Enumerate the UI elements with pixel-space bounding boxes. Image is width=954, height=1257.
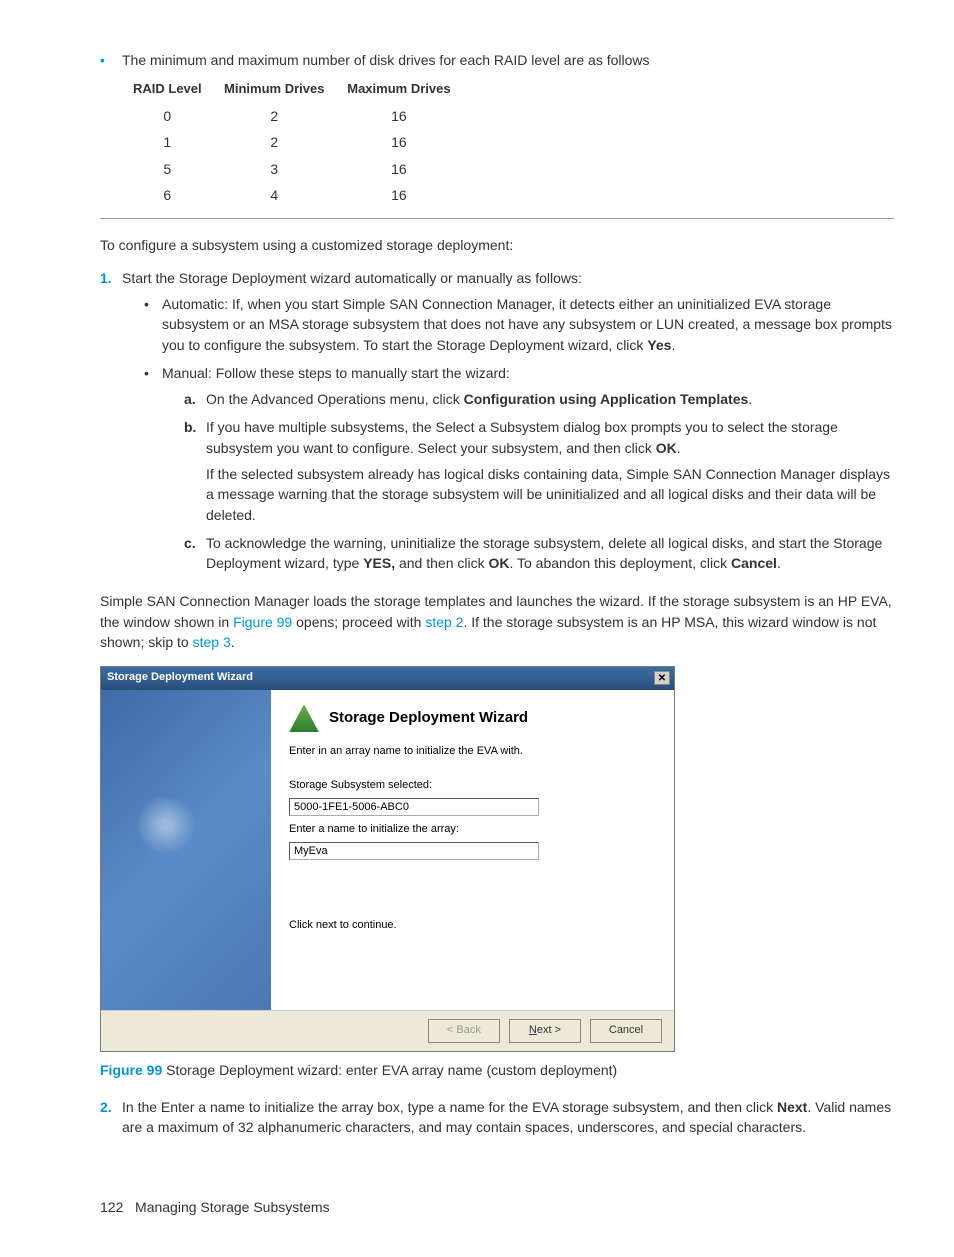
table-row: 5316 — [122, 156, 462, 182]
sub-manual: • Manual: Follow these steps to manually… — [144, 363, 894, 582]
subsystem-input[interactable] — [289, 798, 539, 816]
wizard-titlebar: Storage Deployment Wizard ✕ — [101, 667, 674, 690]
back-button[interactable]: < Back — [428, 1019, 500, 1043]
wizard-heading: Storage Deployment Wizard — [329, 707, 528, 729]
step-1: 1. Start the Storage Deployment wizard a… — [100, 268, 894, 288]
manual-intro: Manual: Follow these steps to manually s… — [162, 363, 894, 383]
wizard-title-text: Storage Deployment Wizard — [107, 670, 253, 686]
step-text: In the Enter a name to initialize the ar… — [122, 1097, 894, 1138]
top-bullet-text: The minimum and maximum number of disk d… — [122, 50, 894, 70]
table-row: 6416 — [122, 182, 462, 208]
automatic-text: Automatic: If, when you start Simple SAN… — [162, 294, 894, 355]
section-title: Managing Storage Subsystems — [135, 1199, 330, 1215]
step-number: 2. — [100, 1097, 122, 1138]
array-name-label: Enter a name to initialize the array: — [289, 822, 656, 838]
cancel-button[interactable]: Cancel — [590, 1019, 662, 1043]
step2-link[interactable]: step 2 — [425, 614, 463, 630]
step-text: Start the Storage Deployment wizard auto… — [122, 268, 894, 288]
raid-h2: Maximum Drives — [336, 76, 462, 103]
wizard-icon — [289, 704, 319, 732]
subsystem-label: Storage Subsystem selected: — [289, 778, 656, 794]
top-bullet: • The minimum and maximum number of disk… — [100, 50, 894, 70]
wizard-dialog: Storage Deployment Wizard ✕ Storage Depl… — [100, 666, 675, 1052]
sub-automatic: • Automatic: If, when you start Simple S… — [144, 294, 894, 355]
page-number: 122 — [100, 1199, 123, 1215]
figure-caption: Figure 99 Storage Deployment wizard: ent… — [100, 1060, 894, 1080]
table-row: 0216 — [122, 103, 462, 129]
step-a: a. On the Advanced Operations menu, clic… — [184, 389, 894, 409]
figure-link[interactable]: Figure 99 — [233, 614, 292, 630]
step3-link[interactable]: step 3 — [193, 634, 231, 650]
page-footer: 122 Managing Storage Subsystems — [100, 1197, 894, 1217]
wizard-prompt: Enter in an array name to initialize the… — [289, 744, 656, 760]
next-button[interactable]: Next > — [509, 1019, 581, 1043]
after-paragraph: Simple SAN Connection Manager loads the … — [100, 591, 894, 652]
separator — [100, 218, 894, 219]
raid-h1: Minimum Drives — [213, 76, 336, 103]
raid-table: RAID Level Minimum Drives Maximum Drives… — [122, 76, 462, 208]
close-icon[interactable]: ✕ — [654, 671, 670, 685]
table-row: 1216 — [122, 129, 462, 155]
raid-h0: RAID Level — [122, 76, 213, 103]
wizard-button-row: < Back Next > Cancel — [101, 1010, 674, 1051]
intro-text: To configure a subsystem using a customi… — [100, 235, 894, 255]
step-c: c. To acknowledge the warning, uninitial… — [184, 533, 894, 574]
bullet-icon: • — [100, 50, 122, 70]
bullet-icon: • — [144, 294, 162, 355]
step-b: b. If you have multiple subsystems, the … — [184, 417, 894, 524]
bullet-icon: • — [144, 363, 162, 582]
step-2: 2. In the Enter a name to initialize the… — [100, 1097, 894, 1138]
wizard-sidebar-image — [101, 690, 271, 1010]
step-number: 1. — [100, 268, 122, 288]
wizard-hint: Click next to continue. — [289, 918, 656, 934]
array-name-input[interactable] — [289, 842, 539, 860]
